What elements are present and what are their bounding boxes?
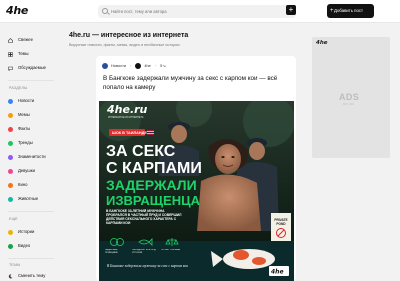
- stories-icon: [8, 229, 13, 235]
- post-author[interactable]: 4he: [144, 63, 151, 68]
- sidebar-item-label: Истории: [18, 229, 35, 234]
- image-headline-1: ЗА СЕКС: [106, 143, 176, 160]
- themes-heading: ТЕМЫ: [9, 263, 21, 267]
- ad-label: ADS: [339, 92, 360, 102]
- add-post-button[interactable]: + Добавить пост: [327, 4, 374, 18]
- sidebar-divider: [8, 258, 54, 259]
- post-meta: Новости · 4he · 5 ч.: [102, 62, 167, 69]
- sidebar-item-video[interactable]: Видео: [8, 242, 30, 250]
- sidebar-item-facts[interactable]: Факты: [8, 125, 30, 133]
- top-bar: 4he + + Добавить пост: [0, 0, 400, 23]
- sidebar-item-topics[interactable]: Темы: [8, 50, 29, 58]
- celebrities-icon: [8, 154, 13, 160]
- sidebar-item-trends[interactable]: Тренды: [8, 139, 33, 147]
- quick-add-button[interactable]: +: [286, 5, 296, 15]
- page-title: 4he.ru — интересное из интернета: [69, 32, 189, 39]
- add-post-label: Добавить пост: [334, 8, 364, 13]
- sidebar-item-change-theme[interactable]: Сменить тему: [8, 272, 45, 280]
- post-category[interactable]: Новости: [111, 63, 126, 68]
- facts-icon: [8, 126, 13, 132]
- sidebar-item-discussed[interactable]: Обсуждаемые: [8, 64, 46, 72]
- chat-icon: [8, 66, 13, 71]
- ad-size-label: 300 × 600: [343, 103, 354, 106]
- video-icon: [8, 243, 13, 249]
- post-image[interactable]: PRIVATE POND 4he.ru ИНТЕРЕСНОЕ ИЗ ИНТЕРН…: [99, 101, 294, 281]
- memes-icon: [8, 112, 13, 118]
- sidebar-item-news[interactable]: Новости: [8, 97, 34, 105]
- house-icon: [8, 37, 13, 43]
- icon-label-koi: ПЯТЬДЕСЯТ КОИ ПОД УГРОЗОЙ: [132, 249, 156, 254]
- image-headline-3: ЗАДЕРЖАЛИ: [106, 177, 197, 193]
- sidebar-item-label: Сменить тему: [18, 273, 46, 278]
- sidebar-item-label: Тренды: [18, 140, 33, 145]
- post-title[interactable]: В Бангкоке задержали мужчину за секс с к…: [103, 75, 291, 92]
- image-brand: 4he.ru: [106, 103, 148, 116]
- sidebar-divider: [8, 211, 54, 212]
- post-time: 5 ч.: [160, 63, 167, 68]
- sidebar-divider: [8, 80, 54, 81]
- sidebar-item-movies[interactable]: Кино: [8, 181, 27, 189]
- post-card: Новости · 4he · 5 ч. В Бангкоке задержал…: [96, 56, 296, 281]
- grid-icon: [8, 51, 13, 57]
- sidebar-item-label: Обсуждаемые: [18, 65, 46, 70]
- sidebar-item-label: Темы: [18, 51, 29, 56]
- girls-icon: [8, 168, 13, 174]
- icon-label-prison: ГРОЗИТ ТЮРЬМА: [161, 249, 180, 251]
- sidebar-item-girls[interactable]: Девушки: [8, 167, 35, 175]
- svg-text:POND: POND: [276, 222, 286, 226]
- animals-icon: [8, 196, 13, 202]
- page-subtitle: Вирусные новости, факты, мемы, видео и н…: [69, 43, 181, 47]
- sidebar-item-fresh[interactable]: Свежее: [8, 36, 33, 44]
- sidebar-item-label: Знаменитости: [18, 154, 46, 159]
- image-body-text: В БАНГКОКЕ 33-ЛЕТНИЙ МУЖЧИНА ПРОБРАЛСЯ В…: [106, 209, 182, 226]
- sections-heading: РАЗДЕЛЫ: [9, 86, 28, 90]
- sidebar-item-label: Видео: [18, 243, 31, 248]
- category-avatar: [102, 62, 108, 69]
- image-caption: В Бангкоке задержали мужчину за секс с к…: [107, 264, 188, 268]
- news-icon: [8, 98, 13, 104]
- image-corner-logo: 4he: [271, 269, 284, 276]
- site-logo[interactable]: 4he: [6, 4, 28, 17]
- sidebar-item-label: Мемы: [18, 112, 30, 117]
- image-headline-4: ИЗВРАЩЕНЦА: [106, 193, 201, 208]
- location-badge-text: ШОК В ТАИЛАНДЕ: [112, 131, 147, 135]
- search-box[interactable]: [98, 5, 296, 18]
- sidebar-item-label: Свежее: [18, 37, 33, 42]
- author-avatar: [135, 62, 142, 69]
- search-icon: [102, 8, 108, 14]
- sidebar-item-label: Факты: [18, 126, 31, 131]
- movies-icon: [8, 182, 13, 188]
- more-heading: ЕЩЁ: [9, 217, 18, 221]
- icon-label-arrested: ЗАДЕРЖАН ПОЛИЦИЕЙ: [105, 249, 118, 254]
- post-image-graphic: PRIVATE POND 4he.ru ИНТЕРЕСНОЕ ИЗ ИНТЕРН…: [99, 101, 294, 281]
- sidebar-item-animals[interactable]: Животные: [8, 195, 38, 203]
- plus-icon: +: [330, 8, 334, 14]
- trends-icon: [8, 140, 13, 146]
- sidebar-item-label: Кино: [18, 182, 28, 187]
- sidebar-item-memes[interactable]: Мемы: [8, 111, 30, 119]
- search-input[interactable]: [111, 7, 281, 16]
- image-headline-2: С КАРПАМИ: [106, 160, 202, 177]
- ad-logo: 4he: [316, 40, 328, 46]
- sidebar-item-label: Животные: [18, 196, 39, 201]
- sidebar-item-celebrities[interactable]: Знаменитости: [8, 153, 46, 161]
- sidebar-item-stories[interactable]: Истории: [8, 228, 34, 236]
- sidebar-item-label: Девушки: [18, 168, 35, 173]
- private-pond-sign: PRIVATE POND: [271, 213, 291, 241]
- sidebar-item-label: Новости: [18, 98, 35, 103]
- moon-icon: [8, 273, 13, 278]
- image-brand-tagline: ИНТЕРЕСНОЕ ИЗ ИНТЕРНЕТА: [108, 116, 144, 119]
